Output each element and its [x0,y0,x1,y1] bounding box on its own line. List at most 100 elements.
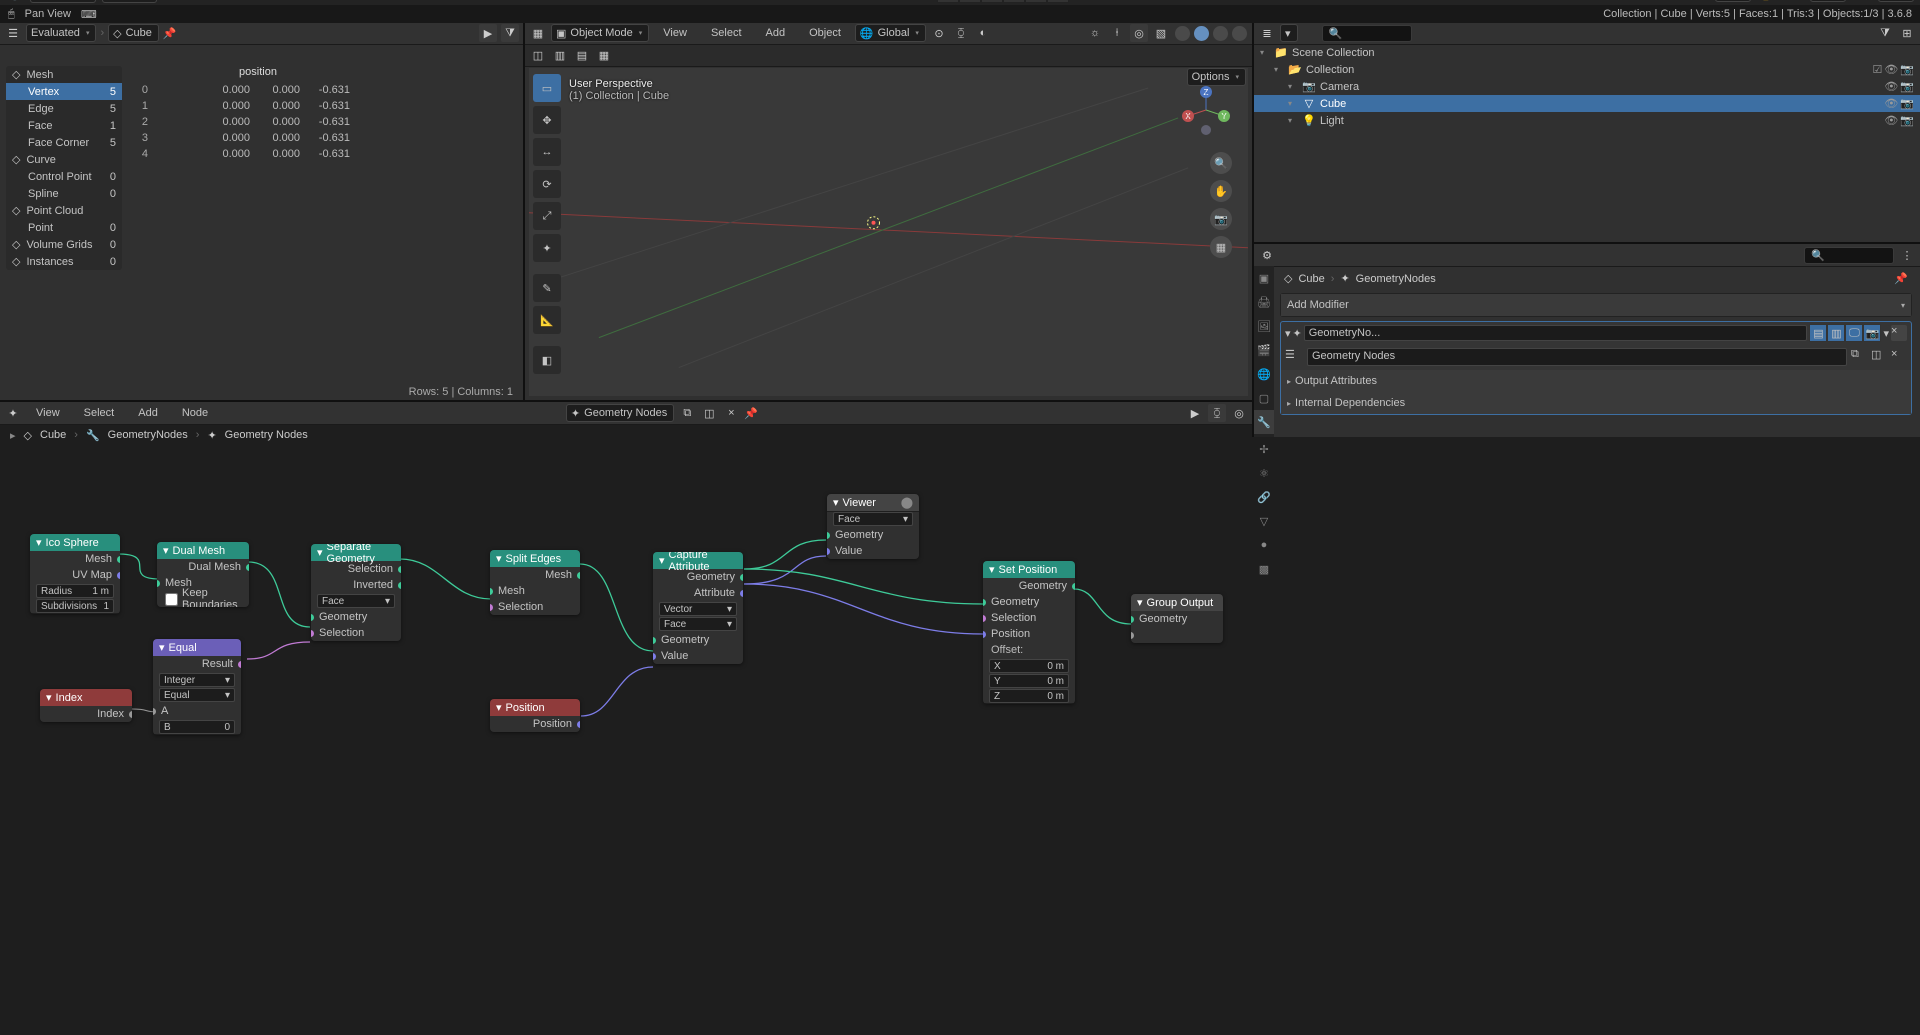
nodegroup-selector[interactable]: ✦Geometry Nodes [566,404,674,422]
node-sel-icon[interactable]: ▶ [1186,404,1204,422]
mod-output-attr[interactable]: ▸Output Attributes [1281,370,1911,392]
mod-render-icon[interactable]: 📷 [1863,324,1881,342]
tool-scale-icon[interactable]: ⤢ [533,202,561,230]
node-ico-sphere[interactable]: ▾Ico Sphere Mesh UV Map Radius1 m Subdiv… [30,534,120,614]
outliner-item[interactable]: ▾📷Camera👁📷 [1254,78,1920,95]
ss-domain-item[interactable]: Point0 [6,219,122,236]
geonodes-editor-icon[interactable]: ✦ [4,404,22,422]
modifier-name-field[interactable]: GeometryNo... [1304,325,1808,341]
frame-lock-icon[interactable]: 🔒 [1757,0,1775,3]
timeline-marker-menu[interactable]: Marker [213,0,267,3]
viewport-gizmo[interactable]: Z X Y [1178,82,1234,138]
viewport-select-menu[interactable]: Select [701,24,752,42]
outliner-item[interactable]: ▾▽Cube👁📷 [1254,95,1920,112]
start-frame[interactable]: 1 [1810,0,1846,2]
mod-edit-icon[interactable]: ▥ [1827,324,1845,342]
outliner-mode[interactable]: ▾ [1280,24,1298,42]
ss-group[interactable]: ◇Curve [6,151,122,168]
next-key-icon[interactable]: ▸ [1025,0,1047,3]
ss-group[interactable]: ◇Instances0 [6,253,122,270]
node-set-position[interactable]: ▾Set Position Geometry Geometry Selectio… [983,561,1075,704]
mod-ss-icon[interactable]: ▤ [1809,324,1827,342]
tab-world-icon[interactable]: 🌐 [1254,362,1274,386]
viewport-add-menu[interactable]: Add [756,24,796,42]
pan-icon[interactable]: ✋ [1210,180,1232,202]
node-overlay-icon[interactable]: ◎ [1230,404,1248,422]
node-viewer[interactable]: ▾Viewer⬤ Face▾ Geometry Value [827,494,919,559]
prev-key-icon[interactable]: ◂ [959,0,981,3]
mod-extras-icon[interactable]: ▾ [1883,327,1889,340]
tab-modifiers-icon[interactable]: 🔧 [1254,410,1274,434]
outliner-editor-icon[interactable]: ≣ [1258,24,1276,42]
node-select-menu[interactable]: Select [74,404,125,422]
keep-boundaries-checkbox[interactable] [165,593,178,606]
ng-fakeuser-icon[interactable]: ◫ [700,404,718,422]
ss-domain-item[interactable]: Face1 [6,117,122,134]
props-options-icon[interactable]: ⋮ [1898,246,1916,264]
persp-ortho-icon[interactable]: ▦ [1210,236,1232,258]
node-index[interactable]: ▾Index Index [40,689,132,722]
select-intersect-icon[interactable]: ▦ [595,47,613,65]
node-add-menu[interactable]: Add [128,404,168,422]
prop-edit-icon[interactable]: ◐ [974,24,992,42]
node-equal[interactable]: ▾Equal Result Integer▾ Equal▾ A B0 [153,639,241,735]
spreadsheet-sel-filter-icon[interactable]: ▶ [479,24,497,42]
viewport-view-menu[interactable]: View [653,24,697,42]
outliner-item[interactable]: ▾💡Light👁📷 [1254,112,1920,129]
tool-transform-icon[interactable]: ✦ [533,234,561,262]
node-dual-mesh[interactable]: ▾Dual Mesh Dual Mesh Mesh Keep Boundarie… [157,542,249,607]
jump-start-icon[interactable]: ⏮ [937,0,959,3]
nodegroup-faketoggle[interactable]: ⧉ [1851,348,1867,364]
viewport-editor-icon[interactable]: ▦ [529,24,547,42]
xray-icon[interactable]: ▧ [1152,24,1170,42]
orientation-dropdown[interactable]: 🌐Global▾ [855,24,926,42]
spreadsheet-mode-dropdown[interactable]: Evaluated▾ [26,24,96,42]
tab-texture-icon[interactable]: ▩ [1254,557,1274,581]
ss-group[interactable]: ◇Point Cloud [6,202,122,219]
add-modifier-button[interactable]: Add Modifier▾ [1281,294,1911,316]
tool-cursor-icon[interactable]: ✥ [533,106,561,134]
props-pin-icon[interactable]: 📌 [1894,272,1908,285]
node-capture-attribute[interactable]: ▾Capture Attribute Geometry Attribute Ve… [653,552,743,664]
props-search[interactable] [1831,249,1891,261]
tab-material-icon[interactable]: ● [1254,533,1274,557]
camera-view-icon[interactable]: 📷 [1210,208,1232,230]
viewport-3d[interactable]: ▭ ✥ ↔ ⟳ ⤢ ✦ ✎ 📐 ◧ User Perspective (1) C… [529,68,1248,396]
node-node-menu[interactable]: Node [172,404,218,422]
outliner-item[interactable]: ▾📂Collection☑👁📷 [1254,61,1920,78]
spreadsheet-pin-icon[interactable]: 📌 [163,27,177,40]
autokey-icon[interactable]: ● [913,0,931,3]
tab-scene-icon[interactable]: 🎬 [1254,338,1274,362]
mod-realtime-icon[interactable]: 🖵 [1845,324,1863,342]
tool-annotate-icon[interactable]: ✎ [533,274,561,302]
tab-viewlayer-icon[interactable]: 🖼 [1254,314,1274,338]
tool-select-icon[interactable]: ▭ [533,74,561,102]
ng-fakeshield-icon[interactable]: ⧉ [678,404,696,422]
timeline-view-menu[interactable]: View [163,0,207,3]
ng-unlink-icon[interactable]: × [722,404,740,422]
select-sub-icon[interactable]: ▥ [551,47,569,65]
node-separate-geometry[interactable]: ▾Separate Geometry Selection Inverted Fa… [311,544,401,641]
tab-output-icon[interactable]: 🖨 [1254,290,1274,314]
chevron-down-icon[interactable]: ▾ [1285,327,1291,340]
ss-domain-item[interactable]: Spline0 [6,185,122,202]
spreadsheet-editor-icon[interactable]: ☰ [4,24,22,42]
ss-domain-item[interactable]: Edge5 [6,100,122,117]
tab-object-icon[interactable]: ▢ [1254,386,1274,410]
playback-popover[interactable]: Playback▾ [30,0,96,3]
outliner-search[interactable] [1348,27,1408,39]
overlay-toggle-icon[interactable]: ☼ [1086,24,1104,42]
node-view-menu[interactable]: View [26,404,70,422]
ss-domain-item[interactable]: Control Point0 [6,168,122,185]
node-split-edges[interactable]: ▾Split Edges Mesh Mesh Selection [490,550,580,615]
mod-del-icon[interactable]: × [1891,325,1907,341]
viewport-object-menu[interactable]: Object [799,24,851,42]
nodegroup-newcopy[interactable]: ◫ [1871,348,1887,364]
tool-measure-icon[interactable]: 📐 [533,306,561,334]
pivot-icon[interactable]: ⊙ [930,24,948,42]
shade-rendered-icon[interactable] [1231,25,1248,42]
shade-wire-icon[interactable] [1174,25,1191,42]
props-editor-icon[interactable]: ⚙ [1258,246,1276,264]
outliner-item[interactable]: ▾📁Scene Collection [1254,44,1920,61]
node-pin-icon[interactable]: 📌 [744,407,758,420]
